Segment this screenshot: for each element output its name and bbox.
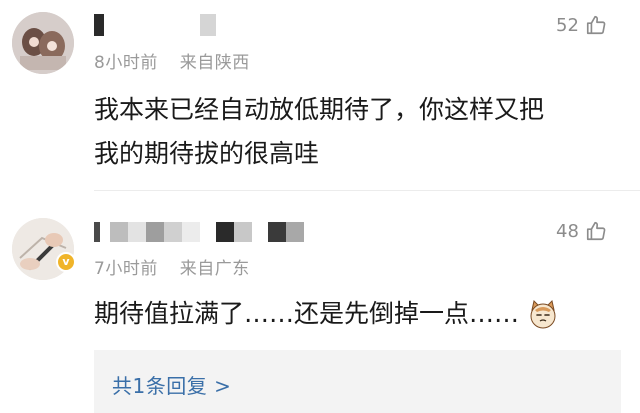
comment-2-meta: 7小时前 来自广东 [94, 254, 266, 279]
comment-2-body: 期待值拉满了……还是先倒掉一点…… [94, 299, 520, 328]
verified-badge-icon: v [56, 252, 76, 272]
comment-1-line-2: 我的期待拔的很高哇 [94, 139, 320, 168]
like-count-2: 48 [556, 220, 579, 242]
comment-1-line-1: 我本来已经自动放低期待了，你这样又把 [94, 95, 545, 124]
username-1-redacted[interactable] [94, 14, 216, 36]
comment-1-location: 来自陕西 [179, 53, 250, 73]
comment-divider [94, 190, 640, 191]
comment-2-text: 期待值拉满了……还是先倒掉一点…… [94, 292, 559, 336]
replies-panel: 共1条回复 > [94, 350, 621, 413]
thumbs-up-icon [586, 15, 606, 35]
comment-1-time: 8小时前 [94, 53, 158, 73]
like-count-1: 52 [556, 14, 579, 36]
like-button-2[interactable]: 48 [556, 220, 607, 242]
view-replies-link[interactable]: 共1条回复 > [112, 370, 231, 399]
comment-1-text: 我本来已经自动放低期待了，你这样又把 我的期待拔的很高哇 [94, 88, 544, 176]
cat-emoji-icon [530, 300, 556, 329]
avatar-image [12, 12, 74, 74]
username-2-redacted[interactable] [94, 222, 304, 242]
thumbs-up-icon [586, 221, 606, 241]
comment-2-time: 7小时前 [94, 259, 158, 279]
comment-1-meta: 8小时前 来自陕西 [94, 48, 266, 73]
like-button-1[interactable]: 52 [556, 14, 607, 36]
avatar-user-1[interactable] [12, 12, 74, 74]
comment-2-location: 来自广东 [179, 259, 250, 279]
